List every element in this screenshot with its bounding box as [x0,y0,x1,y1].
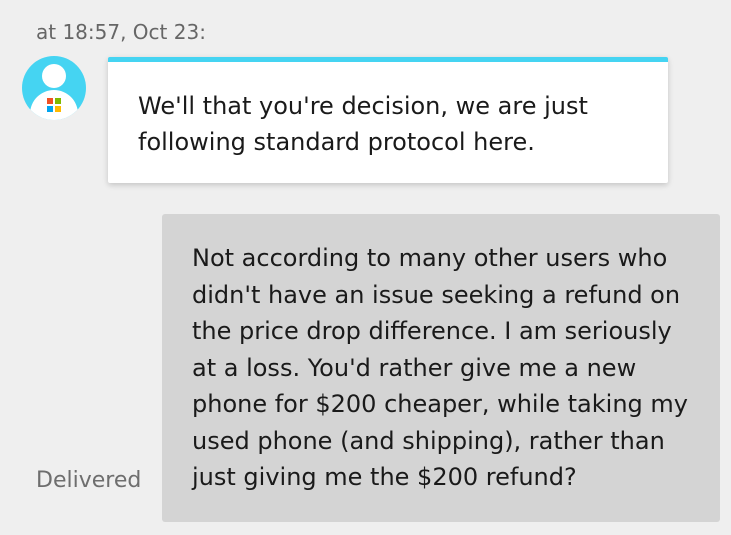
agent-message-text: We'll that you're decision, we are just … [138,92,588,156]
user-avatar-icon [42,64,66,88]
delivery-status: Delivered [36,468,142,493]
message-timestamp: at 18:57, Oct 23: [36,20,206,44]
agent-message-bubble: We'll that you're decision, we are just … [108,57,668,183]
user-message-text: Not according to many other users who di… [192,244,688,491]
user-message-bubble: Not according to many other users who di… [162,214,720,522]
microsoft-logo-icon [47,98,61,112]
agent-avatar [22,56,86,120]
